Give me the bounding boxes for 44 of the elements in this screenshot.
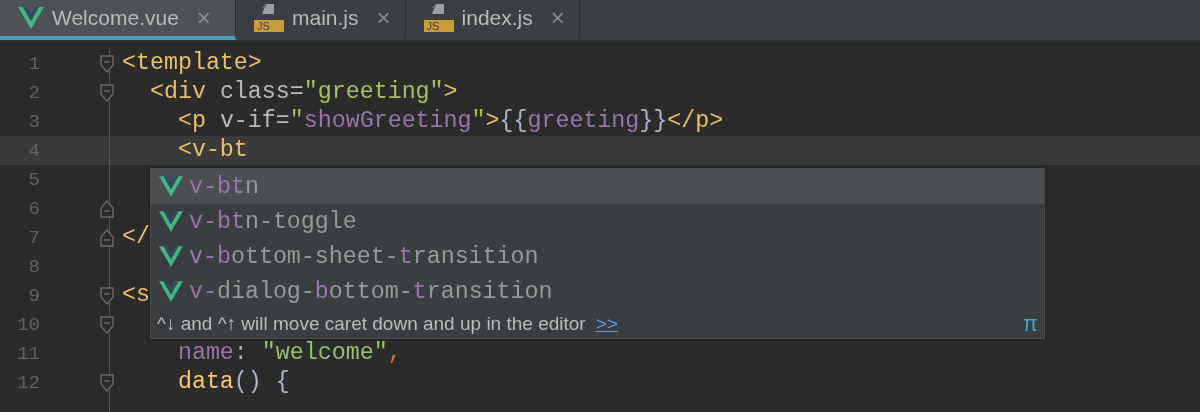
close-icon[interactable]: ×: [376, 4, 391, 32]
code-line: <p v-if="showGreeting">{{greeting}}</p>: [176, 107, 724, 136]
vue-logo-icon: [159, 246, 183, 267]
code-line: data() {: [176, 368, 290, 397]
fold-marker-icon[interactable]: [100, 286, 114, 305]
completion-item[interactable]: v-bottom-sheet-transition: [151, 239, 1044, 274]
line-number: 7: [27, 226, 40, 249]
line-number: 11: [16, 342, 40, 365]
line-number: 8: [27, 255, 40, 278]
line-number: 2: [27, 81, 40, 104]
line-number: 9: [27, 284, 40, 307]
code-line: name: "welcome",: [176, 339, 402, 368]
fold-marker-icon[interactable]: [100, 228, 114, 247]
vue-logo-icon: [18, 7, 44, 29]
pi-icon: π: [1022, 310, 1038, 337]
line-number: 3: [27, 110, 40, 133]
code-line: </: [122, 223, 150, 252]
vue-logo-icon: [159, 176, 183, 197]
completion-item[interactable]: v-dialog-bottom-transition: [151, 274, 1044, 309]
code-line: <v-bt: [176, 136, 248, 165]
file-tab[interactable]: JS index.js ×: [405, 0, 580, 40]
hint-text: ^↓ and ^↑ will move caret down and up in the editor: [157, 312, 586, 335]
fold-marker-icon[interactable]: [100, 83, 114, 102]
close-icon[interactable]: ×: [550, 4, 565, 32]
code-line: <div class="greeting">: [148, 78, 458, 107]
fold-marker-icon[interactable]: [100, 54, 114, 73]
line-number: 5: [27, 168, 40, 191]
code-line: <template>: [122, 49, 262, 78]
fold-marker-icon[interactable]: [100, 315, 114, 334]
vue-logo-icon: [159, 281, 183, 302]
file-tab[interactable]: JS main.js ×: [236, 0, 406, 40]
fold-marker-icon[interactable]: [100, 373, 114, 392]
completion-item[interactable]: v-btn: [151, 169, 1044, 204]
more-link[interactable]: >>: [595, 312, 618, 335]
line-number: 6: [27, 197, 40, 220]
file-tab[interactable]: Welcome.vue ×: [0, 0, 236, 40]
fold-marker-icon[interactable]: [100, 199, 114, 218]
line-number: 1: [27, 52, 40, 75]
line-number: 12: [16, 371, 40, 394]
close-icon[interactable]: ×: [196, 4, 211, 32]
code-line: <s: [122, 281, 150, 310]
line-number: 10: [16, 313, 40, 336]
vue-logo-icon: [159, 211, 183, 232]
completion-item[interactable]: v-btn-toggle: [151, 204, 1044, 239]
